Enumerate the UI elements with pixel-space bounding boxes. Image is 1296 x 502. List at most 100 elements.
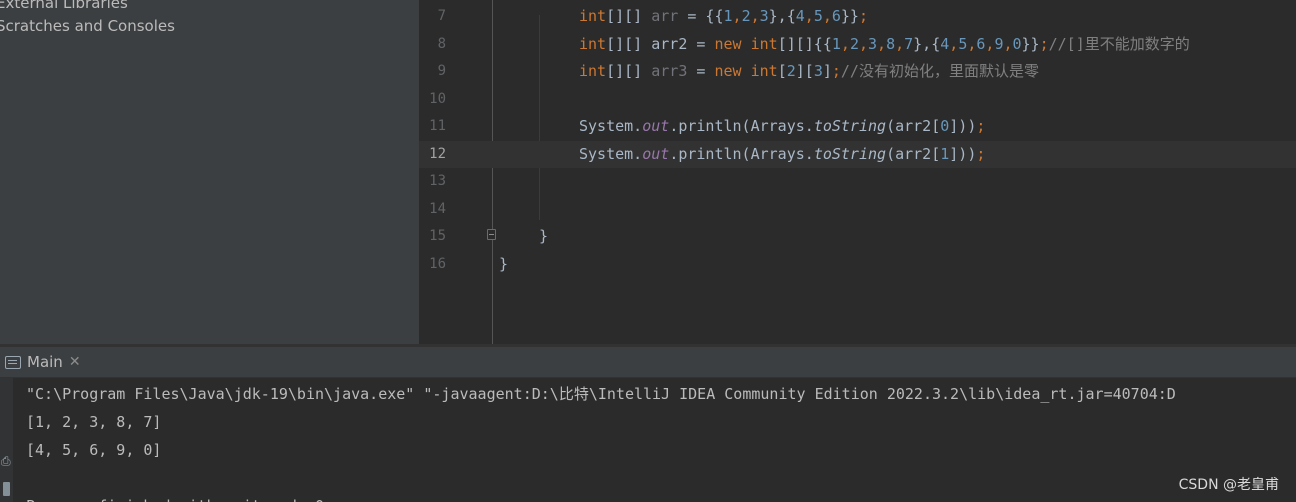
code-token: }} <box>840 7 859 25</box>
code-token: , <box>840 34 850 53</box>
line-number: 14 <box>429 200 446 217</box>
code-token: 1 <box>723 7 733 25</box>
code-text: } <box>539 223 548 250</box>
run-tab-label: Main <box>27 353 63 371</box>
code-token: } <box>539 227 549 245</box>
close-icon[interactable]: ✕ <box>69 354 81 370</box>
code-token: System. <box>579 144 643 163</box>
code-line[interactable]: 11 System.out.println(Arrays.toString(arr… <box>419 113 1296 140</box>
line-number: 9 <box>437 63 446 79</box>
code-token: int <box>579 62 607 80</box>
code-token: [ <box>777 62 787 80</box>
code-token: , <box>750 7 760 25</box>
code-line[interactable]: 8 int[][] arr2 = new int[][]{{1,2,3,8,7},… <box>419 31 1296 58</box>
code-token: ; <box>976 144 986 163</box>
code-line[interactable]: 16} <box>419 251 1296 278</box>
code-token: ])) <box>949 144 977 163</box>
code-token: 1 <box>831 34 841 53</box>
line-number: 11 <box>429 118 446 134</box>
code-token: //[]里不能加数字的 <box>1048 34 1190 53</box>
code-token: [][] arr2 = <box>606 34 715 53</box>
code-token: , <box>1003 34 1013 53</box>
code-token: println(Arrays. <box>678 144 814 163</box>
console-line: Process finished with exit code 0 <box>26 492 324 502</box>
code-token: , <box>895 34 905 53</box>
code-token: = <box>687 62 715 80</box>
code-token: . <box>669 144 679 163</box>
line-number: 15 <box>429 228 446 244</box>
code-text: int[][] arr2 = new int[][]{{1,2,3,8,7},{… <box>579 31 1190 58</box>
run-tab-main[interactable]: Main ✕ <box>0 347 87 377</box>
code-token: ][ <box>795 62 814 80</box>
code-token: ; <box>1039 34 1049 53</box>
code-line[interactable]: 10 <box>419 86 1296 113</box>
code-token: 0 <box>940 117 950 135</box>
console-line: [4, 5, 6, 9, 0] <box>26 441 162 459</box>
console-line: "C:\Program Files\Java\jdk-19\bin\java.e… <box>26 385 1176 403</box>
code-token: ; <box>976 117 986 135</box>
code-token: = {{ <box>678 7 724 25</box>
code-token: 2 <box>849 34 859 53</box>
code-token: 0 <box>1012 34 1022 53</box>
tree-item-external-libraries[interactable]: External Libraries <box>0 0 128 14</box>
code-text: System.out.println(Arrays.toString(arr2[… <box>579 113 985 140</box>
code-token: 4 <box>795 7 805 25</box>
console-output[interactable]: ⎙ "C:\Program Files\Java\jdk-19\bin\java… <box>0 378 1296 502</box>
code-line[interactable]: 13 <box>419 168 1296 195</box>
tree-item-scratches-and-consoles[interactable]: Scratches and Consoles <box>0 15 175 37</box>
code-token: [][] <box>606 7 652 25</box>
code-token: toString <box>813 117 887 135</box>
code-line[interactable]: 9 int[][] arr3 = new int[2][3];//没有初始化，里面… <box>419 58 1296 85</box>
code-token: 7 <box>904 34 914 53</box>
code-token: [][]{{ <box>777 34 832 53</box>
project-tree: External Libraries Scratches and Console… <box>0 0 419 344</box>
code-token: arr3 <box>651 62 688 80</box>
code-token: arr <box>651 7 679 25</box>
code-token: println(Arrays. <box>678 117 814 135</box>
code-text: int[][] arr3 = new int[2][3];//没有初始化，里面默… <box>579 58 1039 85</box>
code-token: 5 <box>958 34 968 53</box>
code-token: 3 <box>813 62 823 80</box>
code-line[interactable]: 15} <box>419 223 1296 250</box>
code-line[interactable]: 14 <box>419 196 1296 223</box>
code-token: int <box>579 7 607 25</box>
code-token: out <box>642 117 670 135</box>
code-token: (arr2[ <box>886 117 941 135</box>
line-number: 7 <box>437 8 446 24</box>
code-token: 8 <box>886 34 896 53</box>
code-token: },{ <box>913 34 941 53</box>
line-number: 8 <box>437 35 446 52</box>
code-line[interactable]: 7 int[][] arr = {{1,2,3},{4,5,6}}; <box>419 3 1296 30</box>
code-token: 2 <box>741 7 751 25</box>
code-token: out <box>642 144 670 163</box>
code-token: toString <box>813 144 887 163</box>
code-token: ; <box>831 62 841 80</box>
code-text: System.out.println(Arrays.toString(arr2[… <box>579 141 985 168</box>
code-token: , <box>732 7 742 25</box>
code-token: 2 <box>786 62 796 80</box>
console-icon <box>5 355 21 369</box>
line-number: 13 <box>429 173 446 189</box>
code-token: ] <box>822 62 832 80</box>
code-token: }} <box>1021 34 1040 53</box>
code-token: (arr2[ <box>886 144 941 163</box>
code-line[interactable]: 12 System.out.println(Arrays.toString(arr… <box>419 140 1296 168</box>
code-token: , <box>949 34 959 53</box>
code-token: System. <box>579 117 643 135</box>
code-token: , <box>877 34 887 53</box>
code-token: 4 <box>940 34 950 53</box>
pin-icon[interactable] <box>3 482 10 496</box>
code-token: , <box>822 7 832 25</box>
code-token: },{ <box>768 7 796 25</box>
code-token: 3 <box>868 34 878 53</box>
code-token: ])) <box>949 117 977 135</box>
code-token: 5 <box>813 7 823 25</box>
line-number: 12 <box>429 145 446 162</box>
code-token: 3 <box>759 7 769 25</box>
code-token: 6 <box>831 7 841 25</box>
code-text: int[][] arr = {{1,2,3},{4,5,6}}; <box>579 3 868 30</box>
code-token: int <box>579 34 607 53</box>
print-icon[interactable]: ⎙ <box>1 454 11 469</box>
code-token: new int <box>714 34 778 53</box>
code-editor[interactable]: 7 int[][] arr = {{1,2,3},{4,5,6}}; 8 int[][… <box>419 0 1296 344</box>
